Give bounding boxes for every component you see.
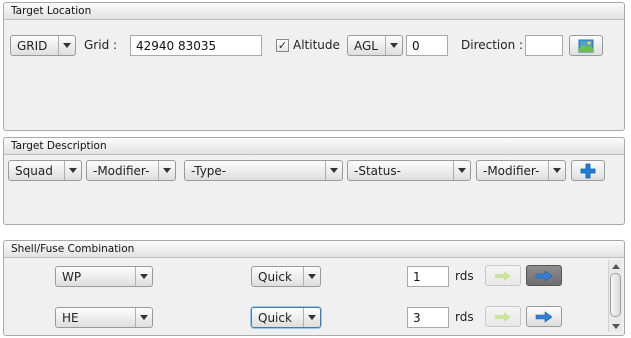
target-description-header: Target Description: [4, 138, 624, 155]
fuse-dropdown[interactable]: Quick: [251, 266, 321, 287]
modifier-2-value: -Modifier-: [483, 163, 540, 178]
altitude-label: Altitude: [293, 38, 340, 52]
next-button[interactable]: [526, 306, 562, 327]
plus-icon: [580, 163, 596, 178]
size-value: Squad: [15, 163, 53, 178]
chevron-down-icon: [548, 161, 565, 180]
scroll-down-icon[interactable]: [609, 320, 622, 332]
modifier-1-value: -Modifier-: [93, 163, 150, 178]
checkmark-icon: ✓: [277, 39, 288, 52]
move-down-button[interactable]: [485, 306, 521, 327]
altitude-input[interactable]: [406, 35, 448, 56]
target-location-header: Target Location: [4, 3, 624, 20]
arrow-right-icon: [495, 311, 511, 322]
vertical-scrollbar[interactable]: [608, 260, 622, 332]
target-description-panel: Target Description Squad -Modifier- -Typ…: [3, 137, 625, 225]
chevron-down-icon: [303, 308, 320, 327]
arrow-right-icon: [495, 270, 511, 281]
status-value: -Status-: [354, 163, 401, 178]
direction-label: Direction :: [461, 38, 524, 52]
coord-type-dropdown[interactable]: GRID: [10, 35, 76, 56]
modifier-dropdown-2[interactable]: -Modifier-: [476, 160, 566, 181]
fuse-value: Quick: [258, 310, 292, 325]
arrow-right-icon: [535, 310, 553, 323]
rounds-label: rds: [455, 310, 474, 324]
rounds-label: rds: [455, 269, 474, 283]
coord-type-value: GRID: [17, 38, 48, 53]
chevron-down-icon: [453, 161, 470, 180]
scroll-up-icon[interactable]: [609, 260, 622, 272]
map-picker-icon: [578, 39, 594, 52]
chevron-down-icon: [64, 161, 81, 180]
chevron-down-icon: [385, 36, 402, 55]
type-dropdown[interactable]: -Type-: [184, 160, 343, 181]
status-dropdown[interactable]: -Status-: [347, 160, 471, 181]
scrollbar-thumb[interactable]: [610, 273, 621, 317]
fuse-value: Quick: [258, 269, 292, 284]
move-down-button[interactable]: [485, 265, 521, 286]
direction-input[interactable]: [525, 35, 563, 56]
shell-value: HE: [62, 310, 79, 325]
target-location-panel: Target Location GRID Grid : ✓ Altitude A…: [3, 2, 625, 131]
chevron-down-icon: [58, 36, 75, 55]
chevron-down-icon: [135, 308, 152, 327]
rounds-input[interactable]: [407, 307, 449, 328]
modifier-dropdown-1[interactable]: -Modifier-: [86, 160, 176, 181]
add-target-button[interactable]: [571, 160, 605, 181]
fuse-dropdown[interactable]: Quick: [251, 307, 321, 328]
altitude-checkbox[interactable]: ✓: [276, 39, 289, 52]
shell-fuse-panel: Shell/Fuse Combination WP Quick rds HE: [3, 240, 625, 336]
map-picker-button[interactable]: [569, 35, 603, 56]
chevron-down-icon: [325, 161, 342, 180]
chevron-down-icon: [158, 161, 175, 180]
next-button[interactable]: [526, 265, 562, 286]
grid-label: Grid :: [84, 38, 118, 52]
grid-input[interactable]: [130, 35, 262, 56]
shell-fuse-header: Shell/Fuse Combination: [4, 241, 624, 258]
arrow-right-icon: [535, 269, 553, 282]
shell-value: WP: [62, 269, 82, 284]
size-dropdown[interactable]: Squad: [8, 160, 82, 181]
rounds-input[interactable]: [407, 266, 449, 287]
shell-dropdown[interactable]: WP: [55, 266, 153, 287]
altitude-ref-value: AGL: [354, 38, 378, 53]
chevron-down-icon: [303, 267, 320, 286]
shell-dropdown[interactable]: HE: [55, 307, 153, 328]
altitude-ref-dropdown[interactable]: AGL: [347, 35, 403, 56]
type-value: -Type-: [191, 163, 227, 178]
chevron-down-icon: [135, 267, 152, 286]
